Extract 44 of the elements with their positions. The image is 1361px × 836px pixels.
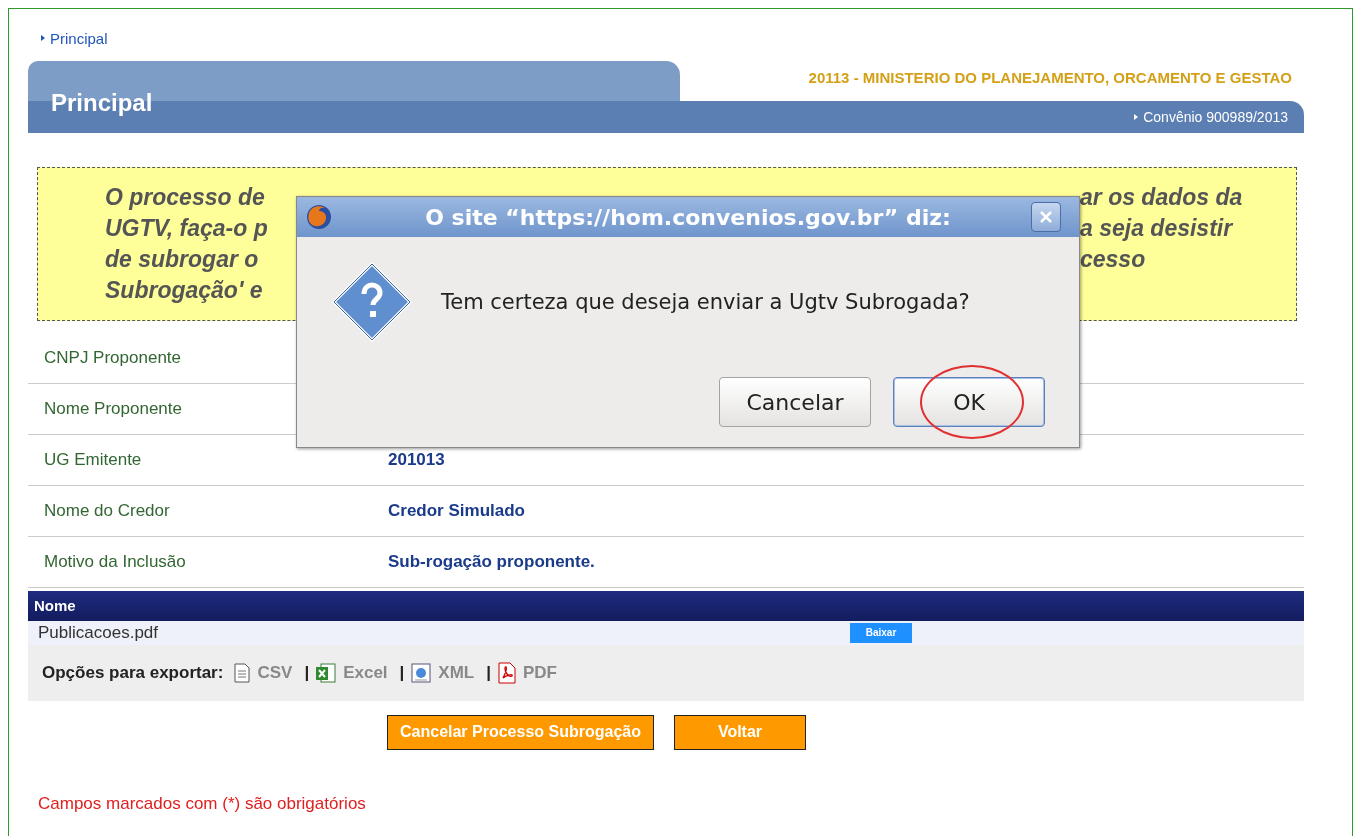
export-label: Opções para exportar: — [42, 662, 224, 683]
notice-text: ar os dados da — [1080, 182, 1243, 212]
field-label: Nome Proponente — [44, 398, 183, 419]
field-value: 201013 — [388, 449, 446, 470]
browser-logo-icon — [305, 203, 333, 231]
notice-text: cesso — [1080, 244, 1146, 274]
document-icon — [233, 662, 252, 683]
notice-text: O processo de — [105, 182, 265, 212]
organization-name: 20113 - MINISTERIO DO PLANEJAMENTO, ORCAMENTO E GESTAO — [807, 67, 1293, 88]
notice-text: de subrogar o — [105, 244, 259, 274]
field-label: Motivo da Inclusão — [44, 551, 187, 572]
dialog-button[interactable]: Cancelar — [719, 377, 871, 427]
dialog-title: O site “https://hom.convenios.gov.br” diz: — [424, 204, 952, 230]
field-label: UG Emitente — [44, 449, 143, 470]
separator-text: | — [486, 662, 491, 683]
notice-text: UGTV, faça-o p — [105, 213, 268, 243]
field-value: Credor Simulado — [388, 500, 526, 521]
table-header: Nome — [28, 590, 1304, 621]
separator-text: | — [399, 662, 405, 683]
pdf-file-icon — [497, 661, 517, 684]
file-name: Publicacoes.pdf — [38, 622, 160, 643]
notice-text: Subrogação' e — [105, 275, 263, 305]
dialog-message: Tem certeza que deseja enviar a Ugtv Subrogada? — [441, 290, 970, 314]
close-button[interactable] — [1031, 202, 1061, 232]
action-button[interactable]: Voltar — [674, 714, 806, 750]
field-label: Nome do Credor — [44, 500, 171, 521]
spreadsheet-icon — [315, 661, 338, 684]
export-link[interactable]: Excel — [343, 662, 388, 683]
export-link[interactable]: CSV — [257, 662, 293, 683]
breadcrumb-link[interactable]: Principal — [41, 29, 108, 47]
close-icon — [1039, 210, 1053, 224]
notice-text: a seja desistir — [1080, 213, 1233, 243]
action-button[interactable]: Cancelar Processo Subrogação — [387, 714, 654, 750]
field-value: Sub-rogação proponente. — [388, 551, 596, 572]
export-link[interactable]: XML — [438, 662, 475, 683]
field-label: CNPJ Proponente — [44, 347, 183, 368]
export-link[interactable]: PDF — [523, 662, 557, 683]
separator-text: | — [304, 662, 310, 683]
agreement-bar: Convênio 900989/2013 — [680, 100, 1304, 133]
document-icon — [410, 661, 433, 684]
dialog-button[interactable]: OK — [893, 377, 1045, 427]
download-button[interactable]: Baixar — [850, 622, 912, 643]
question-icon — [331, 261, 413, 343]
required-fields-note: Campos marcados com (*) são obrigatórios — [38, 793, 367, 814]
